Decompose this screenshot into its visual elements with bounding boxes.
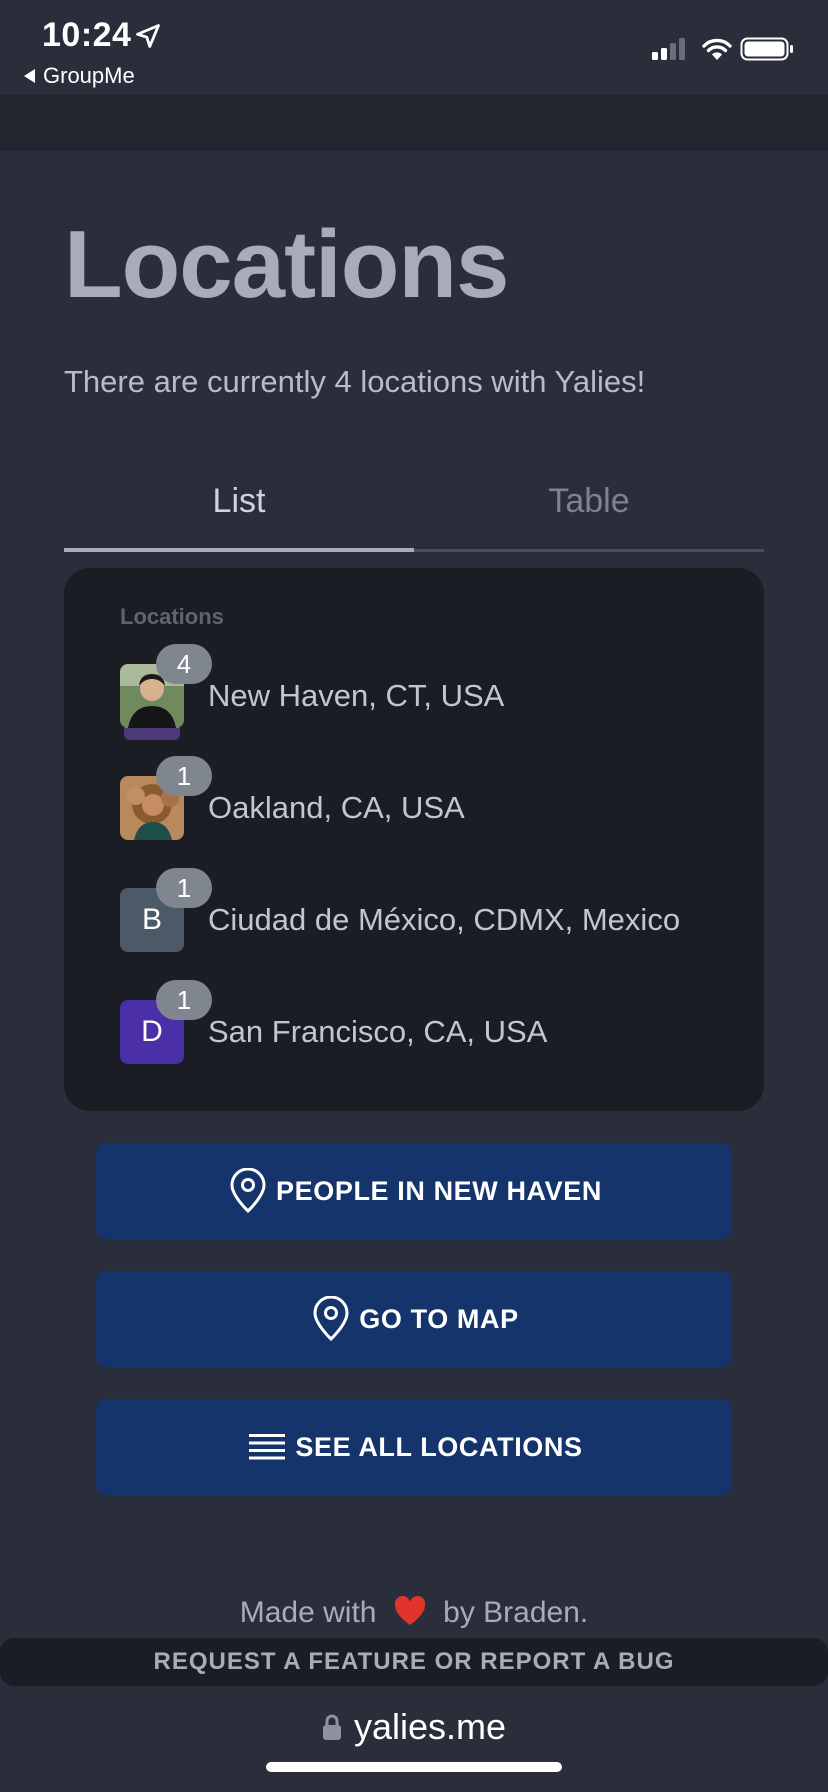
heart-icon [394,1596,426,1625]
location-arrow-icon [136,24,160,48]
location-count-badge: 1 [156,980,212,1020]
card-header: Locations [120,604,224,629]
location-count-badge: 4 [156,644,212,684]
cellular-signal-icon [652,38,685,60]
location-count-badge: 1 [156,756,212,796]
url-text: yalies.me [353,1706,507,1747]
made-with-credit: Made with by Braden. [0,1596,828,1630]
made-with-prefix: Made with [239,1596,377,1629]
status-bar: 10:24 GroupMe [0,0,828,95]
people-in-new-haven-button[interactable]: PEOPLE IN NEW HAVEN [96,1143,732,1239]
browser-url-bar[interactable]: yalies.me [0,1688,828,1792]
tab-active-indicator [64,548,414,552]
page-subtitle: There are currently 4 locations with Yal… [64,364,646,399]
locations-card: Locations 4 New Haven, CT, USA 1 Oakland… [64,568,764,1111]
url-display[interactable]: yalies.me [0,1706,828,1748]
location-name: San Francisco, CA, USA [208,1014,548,1049]
back-to-app-link[interactable]: GroupMe [24,63,135,89]
made-with-suffix: by Braden. [443,1596,589,1629]
tab-table[interactable]: Table [414,470,764,548]
lock-icon [322,1714,341,1740]
location-name: New Haven, CT, USA [208,678,505,713]
page-title: Locations [64,211,509,318]
map-pin-icon [309,1295,353,1343]
back-triangle-icon [24,69,35,83]
button-label: SEE ALL LOCATIONS [295,1431,583,1462]
wifi-icon [702,38,732,60]
location-name: Oakland, CA, USA [208,790,465,825]
location-row-san-francisco[interactable]: D 1 San Francisco, CA, USA [120,980,740,1100]
back-app-label: GroupMe [43,63,135,88]
report-bug-link[interactable]: REQUEST A FEATURE OR REPORT A BUG [0,1638,828,1686]
map-pin-icon [226,1167,270,1215]
header-band [0,95,828,151]
battery-icon [740,37,793,61]
tab-list[interactable]: List [64,470,414,548]
location-row-ciudad-de-mexico[interactable]: B 1 Ciudad de México, CDMX, Mexico [120,868,740,988]
view-tabs: List Table [64,470,764,552]
button-label: PEOPLE IN NEW HAVEN [276,1175,602,1206]
see-all-locations-button[interactable]: SEE ALL LOCATIONS [96,1399,732,1495]
list-icon [245,1423,289,1471]
home-indicator[interactable] [266,1762,562,1772]
location-count-badge: 1 [156,868,212,908]
go-to-map-button[interactable]: GO TO MAP [96,1271,732,1367]
location-row-oakland[interactable]: 1 Oakland, CA, USA [120,756,740,876]
button-label: GO TO MAP [359,1303,519,1334]
location-row-new-haven[interactable]: 4 New Haven, CT, USA [120,644,740,764]
location-name: Ciudad de México, CDMX, Mexico [208,902,681,937]
status-time: 10:24 [42,16,132,54]
